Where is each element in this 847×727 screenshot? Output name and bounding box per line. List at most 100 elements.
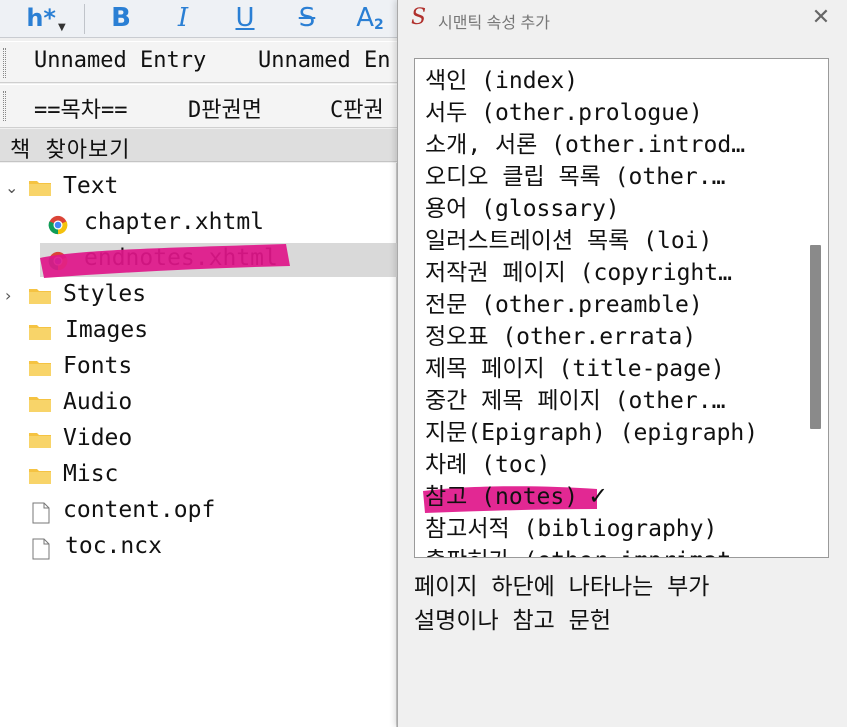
semantics-list: 색인 (index) 서두 (other.prologue) 소개, 서론 (o… xyxy=(414,58,829,558)
tree-folder-text[interactable]: ⌄ Text xyxy=(0,171,397,205)
heading-button[interactable]: h* ▼ xyxy=(20,0,72,36)
list-item-label: 오디오 클립 목록 (other.… xyxy=(425,164,726,189)
clip-entry-2[interactable]: Unnamed En xyxy=(258,48,390,73)
semantics-item-audio-clips[interactable]: 오디오 클립 목록 (other.… xyxy=(425,157,805,189)
tree-folder-audio[interactable]: Audio xyxy=(0,387,397,421)
dialog-titlebar: S 시맨틱 속성 추가 ✕ xyxy=(398,0,847,38)
list-item-label: 제목 페이지 (title-page) xyxy=(425,356,725,381)
semantics-item-errata[interactable]: 정오표 (other.errata) xyxy=(425,317,805,349)
tree-file-content-opf[interactable]: content.opf xyxy=(0,495,397,529)
tree-folder-misc[interactable]: Misc xyxy=(0,459,397,493)
add-semantics-dialog: S 시맨틱 속성 추가 ✕ 색인 (index) 서두 (other.prolo… xyxy=(397,0,847,727)
tree-item-label: Images xyxy=(65,317,149,343)
semantics-item-preamble[interactable]: 전문 (other.preamble) xyxy=(425,285,805,317)
list-item-label: 색인 (index) xyxy=(425,68,579,93)
semantics-item-title-page[interactable]: 제목 페이지 (title-page) xyxy=(425,349,805,381)
chrome-icon xyxy=(48,215,68,235)
chevron-down-icon[interactable]: ⌄ xyxy=(5,178,18,197)
tree-item-label: Fonts xyxy=(63,353,133,379)
tree-folder-fonts[interactable]: Fonts xyxy=(0,351,397,385)
semantics-description: 페이지 하단에 나타나는 부가 설명이나 참고 문헌 xyxy=(414,570,834,638)
list-item-label: 차례 (toc) xyxy=(425,452,551,477)
subscript-button[interactable]: A2 xyxy=(350,0,390,36)
semantics-item-bibliography[interactable]: 참고서적 (bibliography) xyxy=(425,509,805,541)
book-browser-title: 책 찾아보기 xyxy=(0,129,410,163)
clip-entry-1[interactable]: Unnamed Entry xyxy=(34,48,206,73)
folder-icon xyxy=(29,397,51,412)
highlight-mark-endnotes xyxy=(40,244,290,278)
tree-item-label: Text xyxy=(63,173,119,199)
bold-icon: B xyxy=(111,3,131,33)
bold-button[interactable]: B xyxy=(104,0,138,36)
folder-icon xyxy=(29,289,51,304)
sigil-logo-icon: S xyxy=(411,5,427,30)
list-item-label: 정오표 (other.errata) xyxy=(425,324,697,349)
close-icon: ✕ xyxy=(811,5,831,30)
tree-folder-images[interactable]: Images xyxy=(0,315,397,349)
semantics-item-epigraph[interactable]: 지문(Epigraph) (epigraph) xyxy=(425,413,805,445)
semantics-item-toc[interactable]: 차례 (toc) xyxy=(425,445,805,477)
description-line: 설명이나 참고 문헌 xyxy=(414,608,611,634)
tree-item-label: content.opf xyxy=(63,497,216,523)
clip-bar-2: ==목차== D판권면 C판권 xyxy=(0,84,410,128)
list-item-label: 일러스트레이션 목록 (loi) xyxy=(425,228,713,253)
tree-item-label: Audio xyxy=(63,389,133,415)
clip-bar-1: Unnamed Entry Unnamed En xyxy=(0,41,410,83)
heading-label: h* xyxy=(26,4,56,32)
semantics-item-index[interactable]: 색인 (index) xyxy=(425,61,805,93)
list-item-label: 저작권 페이지 (copyright… xyxy=(425,260,732,285)
folder-icon xyxy=(29,469,51,484)
folder-icon xyxy=(29,361,51,376)
semantics-item-halftitle[interactable]: 중간 제목 페이지 (other.… xyxy=(425,381,805,413)
list-item-label: 중간 제목 페이지 (other.… xyxy=(425,388,726,413)
chevron-right-icon[interactable]: › xyxy=(5,286,11,305)
description-line: 페이지 하단에 나타나는 부가 xyxy=(414,574,710,600)
checkmark-icon: ✓ xyxy=(588,482,609,509)
tree-file-toc-ncx[interactable]: toc.ncx xyxy=(0,531,397,565)
strikethrough-icon: S xyxy=(298,3,316,33)
folder-icon xyxy=(29,433,51,448)
book-browser-title-text: 책 찾아보기 xyxy=(10,138,131,163)
toolbar-grip[interactable] xyxy=(3,48,6,78)
tree-item-label: chapter.xhtml xyxy=(84,209,265,235)
italic-icon: I xyxy=(177,3,189,33)
list-item-label: 서두 (other.prologue) xyxy=(425,100,703,125)
semantics-item-notes[interactable]: 참고 (notes) ✓ xyxy=(425,477,805,509)
subscript-icon: A xyxy=(356,3,375,33)
tree-item-label: Misc xyxy=(63,461,119,487)
clip-entry-d-copyright[interactable]: D판권면 xyxy=(188,92,262,124)
list-item-label: 참고 (notes) xyxy=(425,484,579,509)
tree-item-label: toc.ncx xyxy=(65,533,162,559)
list-item-label: 지문(Epigraph) (epigraph) xyxy=(425,420,759,445)
file-icon xyxy=(32,538,50,560)
semantics-item-prologue[interactable]: 서두 (other.prologue) xyxy=(425,93,805,125)
semantics-item-glossary[interactable]: 용어 (glossary) xyxy=(425,189,805,221)
file-icon xyxy=(32,502,50,524)
scrollbar-thumb[interactable] xyxy=(810,245,821,429)
folder-icon xyxy=(29,181,51,196)
list-item-label: 출판허가 (other.imprimat… xyxy=(425,548,745,557)
underline-icon: U xyxy=(235,3,255,33)
semantics-item-loi[interactable]: 일러스트레이션 목록 (loi) xyxy=(425,221,805,253)
clip-entry-c-copyright[interactable]: C판권 xyxy=(330,92,384,124)
dropdown-arrow-icon: ▼ xyxy=(57,21,66,33)
list-item-label: 소개, 서론 (other.introd… xyxy=(425,132,746,157)
strikethrough-button[interactable]: S xyxy=(290,0,324,36)
italic-button[interactable]: I xyxy=(168,0,198,36)
list-item-label: 전문 (other.preamble) xyxy=(425,292,703,317)
tree-folder-styles[interactable]: › Styles xyxy=(0,279,397,313)
semantics-item-copyright[interactable]: 저작권 페이지 (copyright… xyxy=(425,253,805,285)
list-item-label: 용어 (glossary) xyxy=(425,196,620,221)
tree-item-label: Styles xyxy=(63,281,147,307)
subscript-suffix: 2 xyxy=(374,17,384,33)
close-button[interactable]: ✕ xyxy=(808,6,834,32)
list-item-label: 참고서적 (bibliography) xyxy=(425,516,718,541)
folder-icon xyxy=(29,325,51,340)
toolbar-grip[interactable] xyxy=(3,91,6,121)
tree-folder-video[interactable]: Video xyxy=(0,423,397,457)
semantics-item-imprimatur[interactable]: 출판허가 (other.imprimat… xyxy=(425,541,805,557)
semantics-item-introduction[interactable]: 소개, 서론 (other.introd… xyxy=(425,125,805,157)
underline-button[interactable]: U xyxy=(228,0,262,36)
clip-entry-toc[interactable]: ==목차== xyxy=(34,92,127,124)
toolbar-separator xyxy=(84,4,85,34)
